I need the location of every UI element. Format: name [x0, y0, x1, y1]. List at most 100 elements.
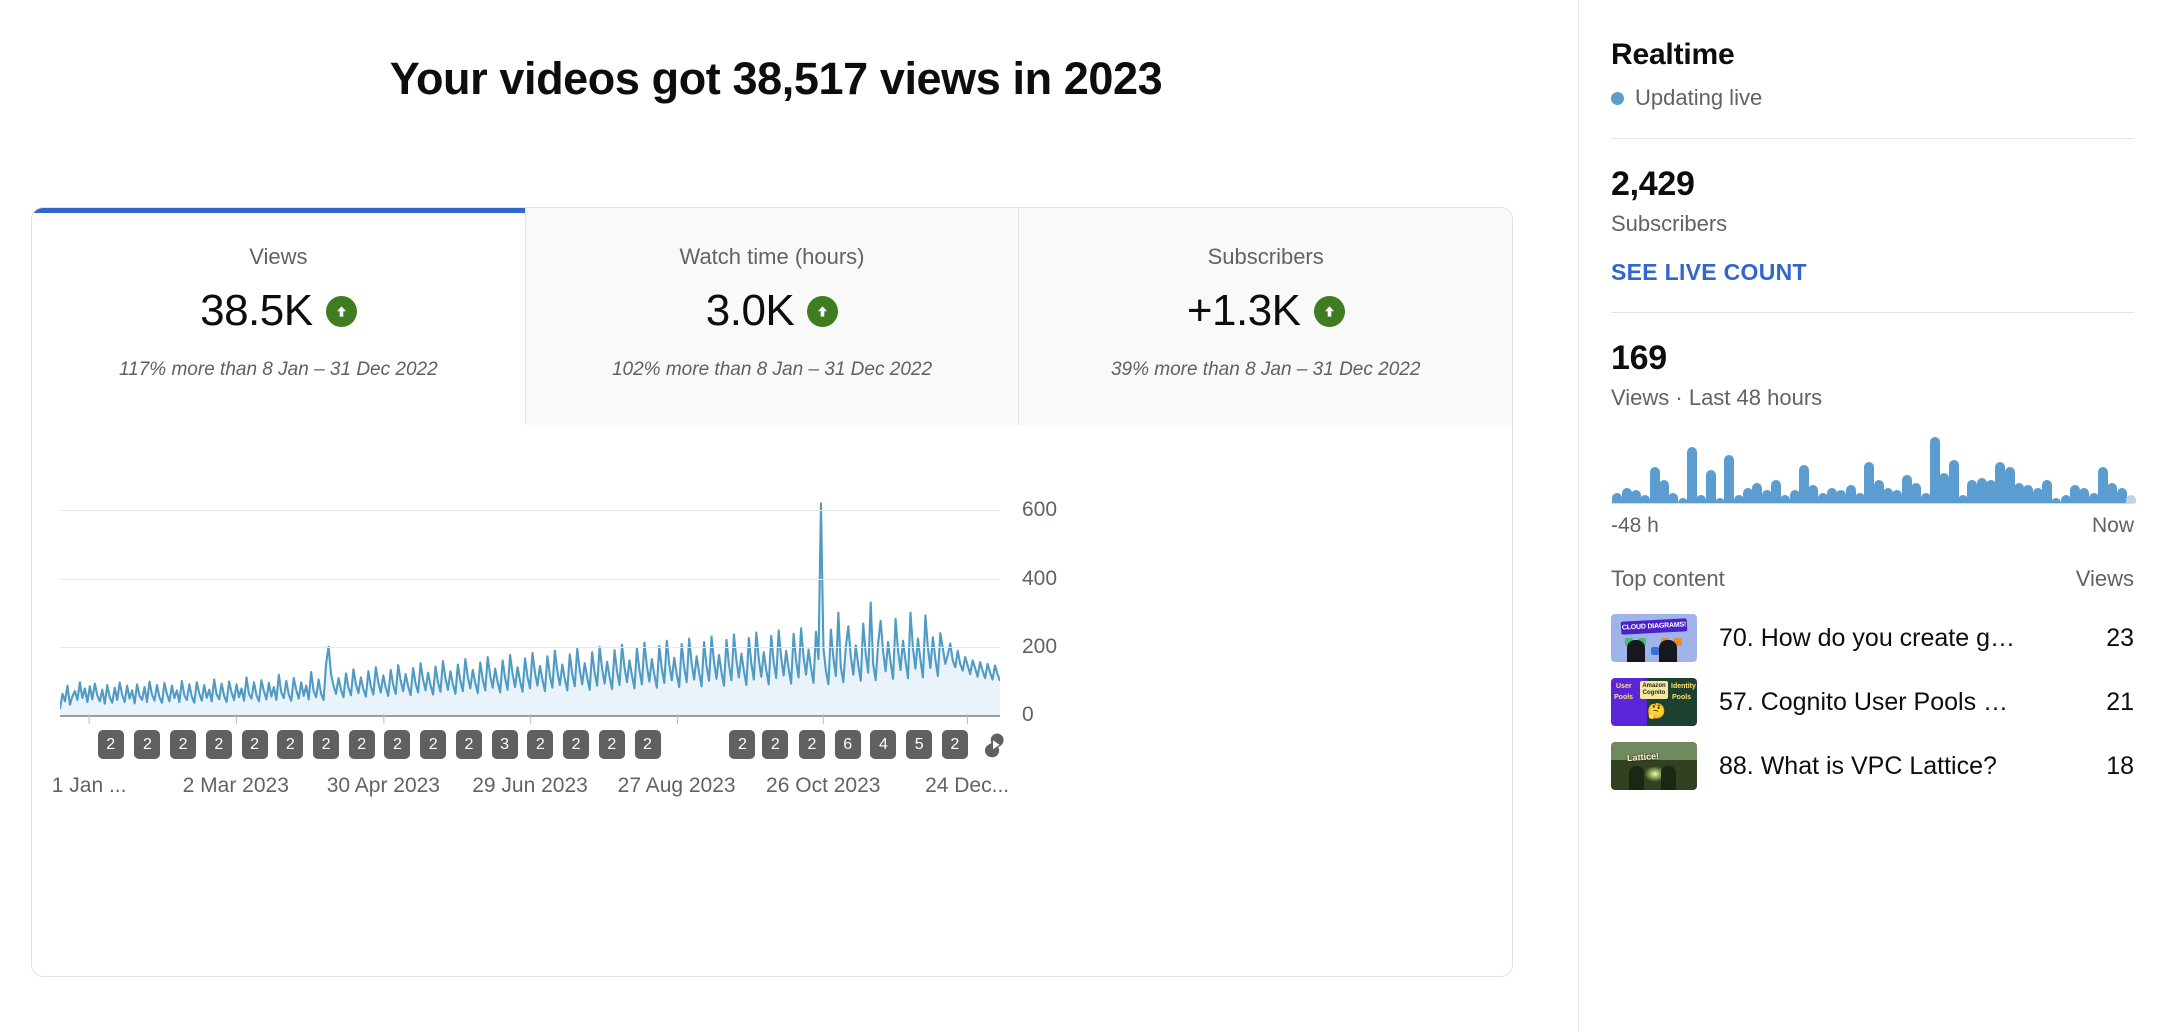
video-count-badge[interactable]: 2 — [420, 730, 447, 759]
top-content-row[interactable]: Lattice! 88. What is VPC Lattice? 18 — [1611, 742, 2134, 790]
realtime-views-label: Views · Last 48 hours — [1611, 385, 1823, 410]
video-count-badge[interactable]: 2 — [799, 730, 825, 759]
views-timeseries-chart: 0 200 400 600 22222222222322222226452 1 Jan… — [32, 425, 1512, 976]
video-count-badge[interactable]: 2 — [527, 730, 554, 759]
metric-value: 38.5K — [200, 286, 313, 335]
sparkline-bar — [2079, 487, 2090, 503]
tick-mark — [967, 714, 969, 724]
metric-tab-views[interactable]: Views 38.5K 117% more than 8 Jan – 31 De… — [32, 208, 526, 425]
arrow-up-circle-icon — [325, 295, 357, 327]
realtime-panel: Realtime Updating live 2,429 Subscribers… — [1578, 0, 2164, 1032]
video-count-badge[interactable]: 5 — [906, 730, 933, 759]
metric-value: 3.0K — [705, 286, 795, 335]
top-content-title: 70. How do you create g… — [1719, 623, 2015, 652]
metric-value-row: +1.3K — [1187, 286, 1345, 336]
sparkline-bar — [1668, 492, 1679, 503]
y-axis-tick: 400 — [1022, 566, 1058, 590]
video-count-badge[interactable]: 3 — [491, 730, 518, 759]
video-count-badge[interactable]: 2 — [634, 730, 661, 759]
x-axis-labels: 1 Jan ... 2 Mar 2023 30 Apr 2023 29 Jun 202… — [32, 714, 1032, 804]
metric-label: Views — [249, 244, 308, 269]
top-content-header: Top content Views — [1611, 566, 2134, 598]
video-count-badge[interactable]: 2 — [598, 730, 625, 759]
views-line-series — [60, 502, 1000, 715]
divider — [1611, 138, 2134, 139]
arrow-up-circle-icon — [1313, 295, 1345, 327]
cognito-pools-thumbnail: User Pools Amazon Cognito Identity Pools … — [1611, 678, 1697, 726]
sparkline-bar — [1752, 482, 1763, 503]
main-content: Your videos got 38,517 views in 2023 Vie… — [0, 0, 1552, 1032]
top-content-row[interactable]: CLOUD DIAGRAMS! 70. How do you create g…… — [1611, 614, 2134, 662]
realtime-status-label: Updating live — [1635, 85, 1763, 110]
metric-comparison: 117% more than 8 Jan – 31 Dec 2022 — [119, 359, 438, 380]
realtime-sparkline — [1611, 433, 2136, 503]
y-axis-tick: 200 — [1022, 634, 1058, 658]
x-axis-tick: 26 Oct 2023 — [766, 714, 880, 798]
tick-mark — [676, 714, 678, 724]
see-live-count-link[interactable]: SEE LIVE COUNT — [1611, 259, 1807, 286]
realtime-status: Updating live — [1611, 85, 2134, 111]
video-count-badge[interactable]: 2 — [97, 730, 124, 759]
video-count-badge[interactable]: 2 — [348, 730, 375, 759]
vpc-lattice-thumbnail: Lattice! — [1611, 742, 1697, 790]
sparkline-bar — [1892, 490, 1903, 503]
sparkline-bar — [1687, 447, 1698, 503]
tick-mark — [529, 714, 531, 724]
panel-gutter — [1552, 0, 1578, 1032]
video-count-badge[interactable]: 2 — [170, 730, 197, 759]
video-count-badge[interactable]: 2 — [134, 730, 161, 759]
video-count-badge[interactable]: 2 — [762, 730, 789, 759]
top-content-title: 88. What is VPC Lattice? — [1719, 751, 1997, 780]
top-content-views: 23 — [2106, 623, 2134, 652]
sparkline-bar — [1995, 462, 2006, 503]
thumbnail-banner-text: CLOUD DIAGRAMS! — [1620, 618, 1688, 635]
video-count-badges: 22222222222322222226452 — [60, 730, 1004, 762]
video-count-badge[interactable]: 2 — [384, 730, 411, 759]
arrow-up-circle-icon — [807, 295, 839, 327]
gridline — [60, 646, 1000, 648]
realtime-views-block: 169 Views · Last 48 hours — [1611, 339, 2134, 411]
divider — [1611, 312, 2134, 313]
sparkline-bar — [1640, 495, 1651, 503]
tick-mark — [235, 714, 237, 724]
realtime-subscriber-count: 2,429 — [1611, 165, 1695, 203]
video-count-badge[interactable]: 2 — [277, 730, 304, 759]
video-count-badge[interactable]: 2 — [313, 730, 340, 759]
sparkline-bar — [2023, 485, 2034, 503]
thumbnail-cognito-label: Amazon Cognito — [1640, 681, 1668, 699]
video-count-badge[interactable]: 4 — [870, 730, 897, 759]
top-content-views-header: Views — [2075, 566, 2134, 591]
video-count-badge[interactable]: 6 — [834, 730, 861, 759]
sparkline-bar — [1911, 482, 1922, 503]
metric-value-row: 38.5K — [200, 286, 357, 336]
video-count-badge[interactable]: 2 — [563, 730, 590, 759]
top-content-title-header: Top content — [1611, 566, 1725, 591]
sparkline-bar — [2125, 495, 2136, 503]
sparkline-bar — [1780, 495, 1791, 503]
metric-tab-subscribers[interactable]: Subscribers +1.3K 39% more than 8 Jan – … — [1019, 208, 1512, 425]
metric-value-row: 3.0K — [706, 286, 839, 336]
sparkline-bar — [1939, 472, 1950, 503]
sparkline-bar — [1696, 495, 1707, 503]
sparkline-bar — [2107, 482, 2118, 503]
sparkline-bar — [2041, 480, 2052, 503]
metric-comparison: 102% more than 8 Jan – 31 Dec 2022 — [611, 359, 933, 380]
x-axis-tick: 30 Apr 2023 — [327, 714, 440, 798]
video-count-badge[interactable]: 2 — [205, 730, 232, 759]
gridline — [60, 510, 1000, 512]
video-count-badge[interactable]: 2 — [241, 730, 268, 759]
top-content-row[interactable]: User Pools Amazon Cognito Identity Pools … — [1611, 678, 2134, 726]
top-content-views: 21 — [2106, 687, 2134, 716]
video-count-badge[interactable]: 2 — [729, 730, 756, 759]
video-count-badge[interactable]: 2 — [455, 730, 482, 759]
metric-tab-watch-time[interactable]: Watch time (hours) 3.0K 102% more than 8… — [525, 208, 1020, 425]
sparkline-bar — [1612, 492, 1623, 503]
shorts-icon[interactable] — [981, 730, 1009, 759]
y-axis-tick: 0 — [1022, 703, 1034, 726]
live-dot-icon — [1611, 91, 1624, 105]
sparkline-bar — [1808, 485, 1819, 503]
video-count-badge[interactable]: 2 — [941, 730, 968, 759]
sparkline-bar — [1948, 459, 1959, 503]
x-axis-tick: 2 Mar 2023 — [183, 714, 289, 798]
metric-label: Watch time (hours) — [679, 244, 865, 269]
